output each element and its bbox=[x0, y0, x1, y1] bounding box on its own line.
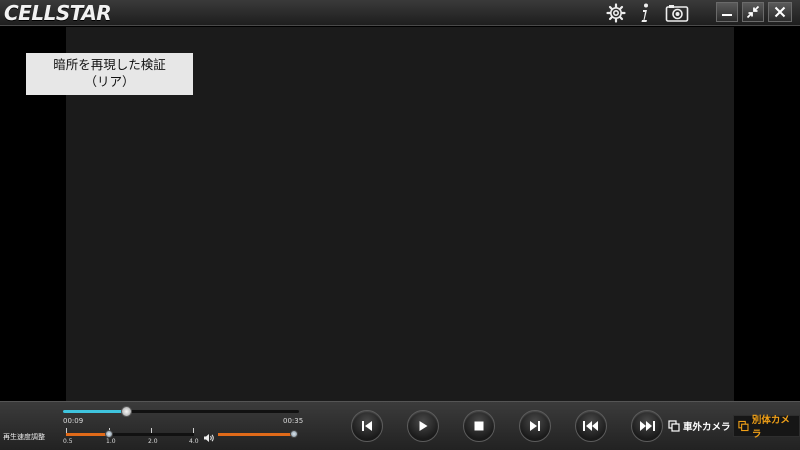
seek-progress bbox=[63, 410, 127, 413]
volume-icon[interactable] bbox=[203, 428, 215, 442]
skip-to-start-icon bbox=[362, 421, 372, 431]
title-bar: CELLSTAR bbox=[0, 0, 800, 26]
speed-fill bbox=[66, 433, 109, 436]
video-area: 暗所を再現した検証 （リア） bbox=[0, 27, 800, 401]
caption-line-1: 暗所を再現した検証 bbox=[53, 57, 166, 72]
total-time: 00:35 bbox=[283, 417, 304, 425]
fast-forward-icon bbox=[640, 421, 655, 431]
separate-camera-button[interactable]: 別体カメラ bbox=[733, 415, 800, 440]
outside-camera-button[interactable]: 車外カメラ bbox=[664, 415, 735, 437]
camera-icon[interactable] bbox=[664, 2, 690, 24]
restore-icon bbox=[746, 5, 760, 19]
control-bar: 00:09 00:35 再生速度調整 0.5 1.0 2.0 4.0 車外カメラ… bbox=[0, 401, 800, 450]
speed-tick-label: 2.0 bbox=[148, 438, 158, 445]
gear-icon[interactable] bbox=[605, 2, 627, 24]
outside-camera-label: 車外カメラ bbox=[683, 422, 731, 433]
close-button[interactable] bbox=[768, 2, 792, 22]
volume-handle[interactable] bbox=[290, 430, 298, 438]
seek-handle[interactable] bbox=[121, 406, 133, 417]
fast-forward-button[interactable] bbox=[631, 410, 663, 442]
close-icon bbox=[774, 6, 786, 18]
speed-tick-label: 0.5 bbox=[63, 438, 73, 445]
minimize-button[interactable] bbox=[716, 2, 738, 22]
rewind-button[interactable] bbox=[575, 410, 607, 442]
camera-switch-icon bbox=[738, 420, 749, 432]
play-button[interactable] bbox=[407, 410, 439, 442]
skip-to-end-icon bbox=[530, 421, 540, 431]
minimize-icon bbox=[722, 14, 732, 16]
speed-label: 再生速度調整 bbox=[3, 433, 45, 441]
stop-button[interactable] bbox=[463, 410, 495, 442]
play-icon bbox=[419, 421, 428, 431]
skip-to-end-button[interactable] bbox=[519, 410, 551, 442]
camera-switch-icon bbox=[668, 420, 680, 432]
caption-line-2: （リア） bbox=[84, 74, 135, 89]
volume-slider[interactable] bbox=[218, 430, 298, 438]
skip-to-start-button[interactable] bbox=[351, 410, 383, 442]
seek-bar[interactable] bbox=[63, 406, 299, 417]
restore-button[interactable] bbox=[742, 2, 764, 22]
speed-slider[interactable] bbox=[66, 430, 194, 438]
video-caption: 暗所を再現した検証 （リア） bbox=[26, 53, 193, 95]
stop-icon bbox=[474, 421, 484, 431]
speed-tick-label: 1.0 bbox=[106, 438, 116, 445]
rewind-icon bbox=[583, 421, 598, 431]
speed-handle[interactable] bbox=[104, 430, 113, 438]
separate-camera-label: 別体カメラ bbox=[751, 415, 790, 440]
volume-fill bbox=[218, 433, 296, 436]
speed-tick-label: 4.0 bbox=[189, 438, 199, 445]
current-time: 00:09 bbox=[63, 417, 84, 425]
info-icon[interactable] bbox=[634, 2, 656, 24]
cellstar-logo: CELLSTAR bbox=[4, 1, 112, 25]
